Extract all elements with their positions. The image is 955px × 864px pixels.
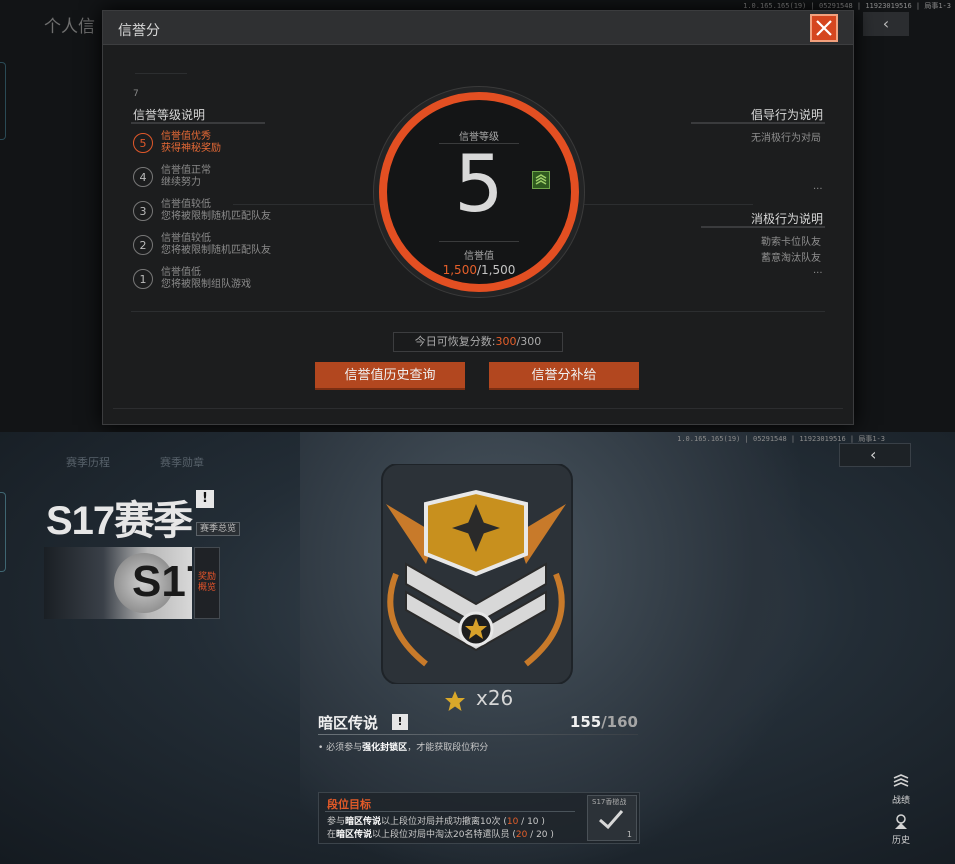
rank-info-icon[interactable]: ! — [392, 714, 408, 730]
record-button[interactable]: 战绩 — [886, 774, 916, 806]
negative-more[interactable]: ... — [813, 265, 823, 276]
history-label: 历史 — [891, 836, 910, 846]
background-title: 个人信 — [44, 17, 95, 37]
goal-item: 在暗区传说以上段位对局中淘汰20名特遣队员 (20 / 20 ) — [327, 830, 554, 840]
season-info-icon[interactable]: ! — [196, 490, 214, 508]
negative-item: 蓄意淘汰队友 — [761, 253, 821, 264]
star-count: x26 — [476, 686, 514, 710]
level-row-2: 2 信誉值较低 您将被限制随机匹配队友 — [133, 231, 293, 259]
history-button[interactable]: 历史 — [886, 814, 916, 846]
level-row-1: 1 信誉值低 您将被限制组队游戏 — [133, 265, 293, 293]
negative-behavior-title: 消极行为说明 — [750, 212, 823, 226]
supplement-button[interactable]: 信誉分补给 — [489, 362, 639, 390]
background-back-button[interactable]: ‹ — [863, 12, 909, 36]
level-row-3: 3 信誉值较低 您将被限制随机匹配队友 — [133, 197, 293, 225]
rank-divider — [318, 734, 638, 735]
negative-title-underline — [701, 226, 825, 228]
rank-tier-icon — [532, 171, 550, 189]
faint-deco-line — [135, 73, 187, 74]
back-button[interactable]: ‹ — [839, 443, 911, 467]
rank-name: 暗区传说 — [318, 714, 379, 732]
modal-header: 信誉分 — [103, 11, 853, 45]
tab-season-progress[interactable]: 赛季历程 — [66, 454, 110, 470]
level-description: 信誉值优秀 获得神秘奖励 — [161, 131, 221, 154]
reputation-screen: 个人信 ‹ 1.0.165.165(19) | 05291548 | 11923… — [0, 0, 955, 432]
season-title: S17赛季 — [46, 499, 193, 543]
record-icon — [893, 774, 909, 787]
goal-divider — [325, 811, 575, 812]
reputation-modal: 信誉分 7 信誉等级说明 5 信誉值优秀 获得神秘奖励 4 信誉值正常 继续努力 3 — [102, 10, 854, 425]
reward-overview-button[interactable]: 奖励概览 — [194, 547, 220, 619]
record-label: 战绩 — [891, 796, 910, 806]
levels-title-underline — [131, 122, 265, 124]
reward-item-label: S17香槌战 — [592, 798, 627, 806]
history-icon — [895, 814, 907, 829]
positive-title-underline — [691, 122, 825, 124]
ring-deco-line — [439, 241, 519, 242]
modal-title: 信誉分 — [118, 23, 160, 39]
level-row-5: 5 信誉值优秀 获得神秘奖励 — [133, 129, 293, 157]
faint-number: 7 — [133, 89, 139, 99]
section-divider — [131, 311, 825, 312]
background-side-tab — [0, 62, 6, 140]
left-side-tab[interactable] — [0, 492, 6, 572]
history-query-button[interactable]: 信誉值历史查询 — [315, 362, 465, 390]
season-banner[interactable]: S17 — [44, 547, 192, 619]
level-number-badge: 2 — [133, 235, 153, 255]
positive-item: 无消极行为对局 — [751, 133, 821, 144]
season-overview-button[interactable]: 赛季总览 — [196, 522, 241, 536]
daily-recover-info: 今日可恢复分数:300/300 — [393, 332, 563, 352]
level-description: 信誉值低 您将被限制组队游戏 — [161, 267, 251, 290]
level-description: 信誉值较低 您将被限制随机匹配队友 — [161, 199, 271, 222]
level-description: 信誉值较低 您将被限制随机匹配队友 — [161, 233, 271, 256]
levels-title: 信誉等级说明 — [133, 108, 206, 122]
modal-bottom-divider — [113, 408, 843, 409]
close-icon — [816, 20, 832, 36]
reputation-score: 1,500/1,500 — [442, 263, 516, 277]
level-number-badge: 4 — [133, 167, 153, 187]
ring-label-score: 信誉值 — [464, 251, 494, 262]
tab-season-medal[interactable]: 赛季勋章 — [160, 454, 204, 470]
season-screen: 1.0.165.165(19) | 05291548 | 11923019516… — [0, 432, 955, 864]
banner-text: S17 — [132, 557, 192, 606]
rank-requirement-note: • 必须参与强化封锁区，才能获取段位积分 — [318, 743, 489, 753]
close-button[interactable] — [810, 14, 838, 42]
positive-more[interactable]: ... — [813, 181, 823, 192]
reward-item-quantity: 1 — [626, 830, 632, 839]
star-icon — [444, 690, 466, 716]
sergeant-rank-badge-icon — [366, 463, 586, 724]
level-description: 信誉值正常 继续努力 — [161, 165, 211, 188]
back-arrow-icon: ‹ — [870, 445, 877, 464]
goal-item: 参与暗区传说以上段位对局并成功撤离10次 (10 / 10 ) — [327, 817, 545, 827]
level-number-badge: 1 — [133, 269, 153, 289]
level-number-badge: 3 — [133, 201, 153, 221]
reward-checkmark-icon — [599, 810, 624, 830]
goal-reward-item[interactable]: S17香槌战 1 — [587, 795, 637, 841]
negative-item: 勒索卡位队友 — [761, 237, 821, 248]
rank-goal-panel: 段位目标 参与暗区传说以上段位对局并成功撤离10次 (10 / 10 ) 在暗区… — [318, 792, 640, 844]
positive-behavior-title: 倡导行为说明 — [750, 108, 823, 122]
level-number-badge: 5 — [133, 133, 153, 153]
goal-title: 段位目标 — [327, 798, 371, 811]
level-row-4: 4 信誉值正常 继续努力 — [133, 163, 293, 191]
rank-score: 155/160 — [569, 713, 638, 731]
